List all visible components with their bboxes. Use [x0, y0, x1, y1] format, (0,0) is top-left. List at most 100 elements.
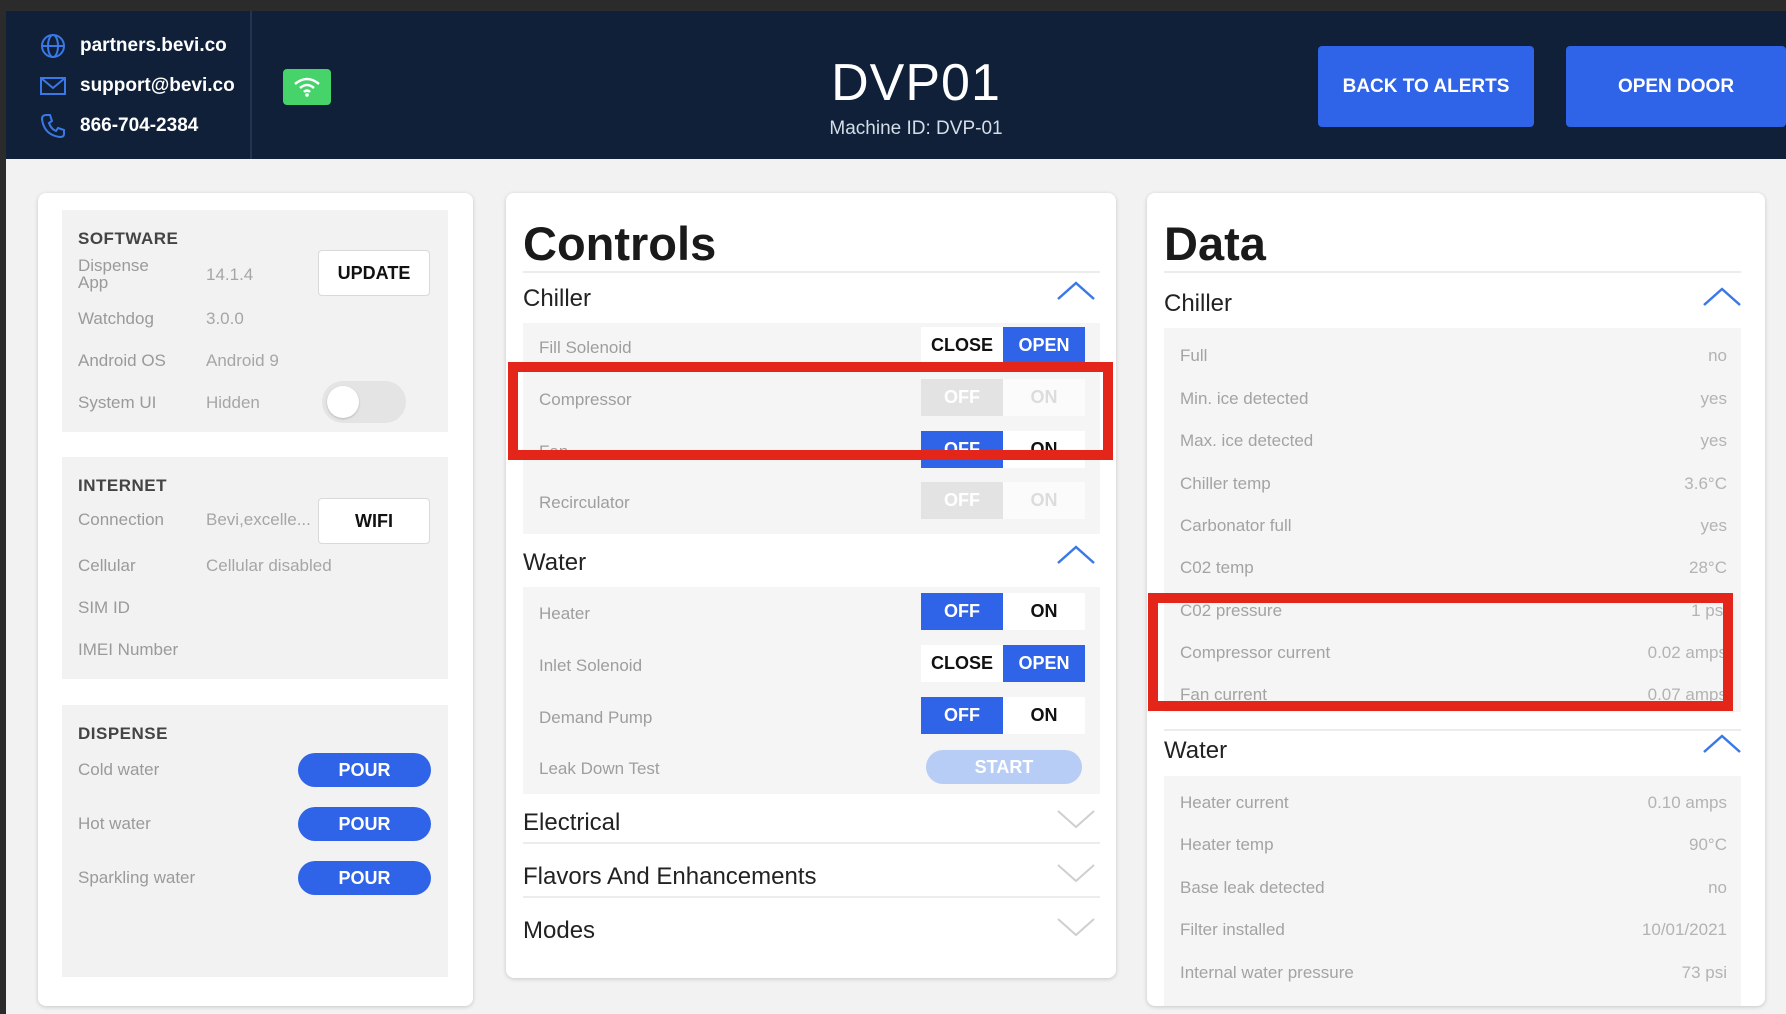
- data-row-label: C02 temp: [1180, 558, 1254, 577]
- heater-on[interactable]: ON: [1003, 593, 1085, 630]
- contact-panel: partners.bevi.co support@bevi.co 866-704…: [6, 11, 252, 159]
- system-ui-label: System UI: [78, 393, 157, 412]
- inlet-solenoid-label: Inlet Solenoid: [539, 656, 643, 675]
- chevron-down-icon[interactable]: [1056, 915, 1096, 939]
- back-to-alerts-button[interactable]: BACK TO ALERTS: [1318, 46, 1534, 127]
- email-link[interactable]: support@bevi.co: [38, 71, 235, 101]
- data-row-value: 28°C: [1689, 558, 1727, 577]
- divider: [1164, 729, 1741, 731]
- data-row-value: yes: [1700, 389, 1727, 408]
- system-ui-value: Hidden: [206, 393, 260, 412]
- compressor-current-highlight-box: [1148, 593, 1733, 711]
- android-os-value: Android 9: [206, 351, 279, 370]
- data-row-label: Filter installed: [1180, 920, 1285, 939]
- mail-icon: [40, 77, 66, 95]
- chevron-up-icon[interactable]: [1056, 279, 1096, 303]
- data-row-label: Min. ice detected: [1180, 389, 1309, 408]
- app-header: partners.bevi.co support@bevi.co 866-704…: [6, 11, 1786, 159]
- data-row-label: Chiller temp: [1180, 474, 1271, 493]
- toggle-knob: [327, 386, 359, 418]
- chevron-down-icon[interactable]: [1056, 861, 1096, 885]
- android-os-label: Android OS: [78, 351, 166, 370]
- demand-pump-switch[interactable]: OFF ON: [921, 697, 1086, 734]
- data-chiller-header[interactable]: Chiller: [1164, 290, 1232, 318]
- controls-card: Controls Chiller Fill Solenoid CLOSE OPE…: [506, 193, 1116, 978]
- window-frame-top: [0, 0, 1786, 11]
- demand-pump-off[interactable]: OFF: [921, 697, 1003, 734]
- chiller-section-header[interactable]: Chiller: [523, 285, 591, 313]
- watchdog-value: 3.0.0: [206, 309, 244, 328]
- update-button[interactable]: UPDATE: [318, 250, 430, 296]
- data-row-label: Full: [1180, 346, 1208, 365]
- data-row-value: 73 psi: [1681, 963, 1727, 982]
- divider: [1164, 271, 1741, 273]
- modes-section-header[interactable]: Modes: [523, 917, 595, 945]
- divider: [523, 271, 1100, 273]
- phone-text: 866-704-2384: [80, 115, 199, 136]
- data-row-value: yes: [1700, 516, 1727, 535]
- heater-label: Heater: [539, 604, 591, 623]
- fill-solenoid-close[interactable]: CLOSE: [921, 327, 1003, 364]
- data-row-label: Heater current: [1180, 793, 1289, 812]
- data-row-label: Internal water pressure: [1180, 963, 1354, 982]
- demand-pump-label: Demand Pump: [539, 708, 653, 727]
- water-section-header[interactable]: Water: [523, 549, 586, 577]
- recirculator-on[interactable]: ON: [1003, 482, 1085, 519]
- internet-section: INTERNET Connection Bevi,excelle... WIFI…: [62, 457, 448, 679]
- pour-hot-water-button[interactable]: POUR: [298, 807, 431, 841]
- wifi-icon: [294, 77, 320, 97]
- globe-icon: [41, 34, 65, 58]
- chevron-up-icon[interactable]: [1056, 543, 1096, 567]
- internet-title: INTERNET: [78, 476, 167, 495]
- fill-solenoid-switch[interactable]: CLOSE OPEN: [921, 327, 1086, 364]
- recirculator-off[interactable]: OFF: [921, 482, 1003, 519]
- inlet-solenoid-switch[interactable]: CLOSE OPEN: [921, 645, 1086, 682]
- dispense-title: DISPENSE: [78, 724, 168, 743]
- website-link[interactable]: partners.bevi.co: [38, 31, 227, 61]
- flavors-section-header[interactable]: Flavors And Enhancements: [523, 863, 817, 891]
- data-row-value: 0.10 amps: [1647, 793, 1727, 812]
- heater-off[interactable]: OFF: [921, 593, 1003, 630]
- sim-id-label: SIM ID: [78, 598, 130, 617]
- main-content: SOFTWARE Dispense App 14.1.4 UPDATE Watc…: [6, 159, 1786, 1014]
- electrical-section-header[interactable]: Electrical: [523, 809, 620, 837]
- dispense-app-label: Dispense App: [78, 256, 149, 292]
- recirculator-switch[interactable]: OFF ON: [921, 482, 1086, 519]
- data-row-value: 90°C: [1689, 835, 1727, 854]
- inlet-solenoid-close[interactable]: CLOSE: [921, 645, 1003, 682]
- wifi-status-badge: [283, 69, 331, 105]
- inlet-solenoid-open[interactable]: OPEN: [1003, 645, 1085, 682]
- data-water-header[interactable]: Water: [1164, 737, 1227, 765]
- compressor-highlight-box: [508, 362, 1113, 460]
- fill-solenoid-label: Fill Solenoid: [539, 338, 632, 357]
- phone-link[interactable]: 866-704-2384: [38, 111, 198, 141]
- data-row-value: no: [1708, 878, 1727, 897]
- heater-switch[interactable]: OFF ON: [921, 593, 1086, 630]
- data-row-label: Carbonator full: [1180, 516, 1292, 535]
- leak-down-start-button[interactable]: START: [926, 750, 1082, 784]
- demand-pump-on[interactable]: ON: [1003, 697, 1085, 734]
- watchdog-label: Watchdog: [78, 309, 154, 328]
- cellular-value: Cellular disabled: [206, 556, 332, 575]
- connection-label: Connection: [78, 510, 165, 529]
- chevron-down-icon[interactable]: [1056, 807, 1096, 831]
- open-door-button[interactable]: OPEN DOOR: [1566, 46, 1786, 127]
- website-text: partners.bevi.co: [80, 35, 227, 56]
- dispense-section: DISPENSE Cold water POUR Hot water POUR …: [62, 705, 448, 977]
- data-title: Data: [1164, 217, 1266, 270]
- sparkling-water-label: Sparkling water: [78, 868, 196, 887]
- pour-cold-water-button[interactable]: POUR: [298, 753, 431, 787]
- leak-down-test-label: Leak Down Test: [539, 759, 660, 778]
- fill-solenoid-open[interactable]: OPEN: [1003, 327, 1085, 364]
- system-ui-toggle[interactable]: [322, 381, 406, 423]
- chevron-up-icon[interactable]: [1702, 732, 1742, 756]
- wifi-button[interactable]: WIFI: [318, 498, 430, 544]
- cold-water-label: Cold water: [78, 760, 160, 779]
- divider: [523, 842, 1100, 844]
- pour-sparkling-water-button[interactable]: POUR: [298, 861, 431, 895]
- machine-info-card: SOFTWARE Dispense App 14.1.4 UPDATE Watc…: [38, 193, 473, 1006]
- recirculator-label: Recirculator: [539, 493, 630, 512]
- controls-title: Controls: [523, 217, 717, 270]
- machine-id: Machine ID: DVP-01: [829, 118, 1003, 139]
- chevron-up-icon[interactable]: [1702, 285, 1742, 309]
